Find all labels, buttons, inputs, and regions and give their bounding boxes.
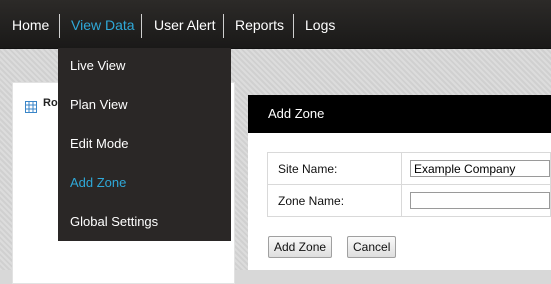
top-nav-bar: Home View Data User Alert Reports Logs bbox=[0, 0, 551, 49]
cancel-button[interactable]: Cancel bbox=[347, 236, 397, 258]
add-zone-form: Site Name: Zone Name: bbox=[267, 152, 551, 217]
menu-item-global-settings[interactable]: Global Settings bbox=[70, 214, 158, 229]
nav-divider bbox=[141, 14, 142, 38]
form-row-site-name: Site Name: bbox=[267, 152, 551, 185]
panel-title: Add Zone bbox=[248, 95, 551, 133]
nav-logs[interactable]: Logs bbox=[305, 0, 335, 48]
form-row-zone-name: Zone Name: bbox=[267, 184, 551, 217]
nav-reports[interactable]: Reports bbox=[235, 0, 284, 48]
menu-item-add-zone[interactable]: Add Zone bbox=[70, 175, 126, 190]
menu-item-plan-view[interactable]: Plan View bbox=[70, 97, 128, 112]
nav-divider bbox=[293, 14, 294, 38]
menu-item-edit-mode[interactable]: Edit Mode bbox=[70, 136, 129, 151]
menu-item-live-view[interactable]: Live View bbox=[70, 58, 125, 73]
nav-divider bbox=[59, 14, 60, 38]
zone-name-input[interactable] bbox=[410, 192, 550, 209]
add-zone-panel: Add Zone Site Name: Zone Name: Add Zone … bbox=[248, 95, 551, 270]
nav-divider bbox=[223, 14, 224, 38]
zone-name-label: Zone Name: bbox=[267, 184, 402, 217]
site-name-label: Site Name: bbox=[267, 152, 402, 185]
nav-home[interactable]: Home bbox=[12, 0, 49, 48]
nav-user-alert[interactable]: User Alert bbox=[154, 0, 215, 48]
grid-icon bbox=[25, 100, 37, 113]
site-name-cell bbox=[401, 152, 551, 185]
zone-name-cell bbox=[401, 184, 551, 217]
site-name-input[interactable] bbox=[410, 160, 550, 177]
add-zone-button[interactable]: Add Zone bbox=[268, 236, 333, 258]
nav-view-data[interactable]: View Data bbox=[71, 0, 135, 48]
tree-root-label[interactable]: Ro bbox=[43, 97, 58, 109]
view-data-dropdown: Live View Plan View Edit Mode Add Zone G… bbox=[58, 48, 231, 241]
